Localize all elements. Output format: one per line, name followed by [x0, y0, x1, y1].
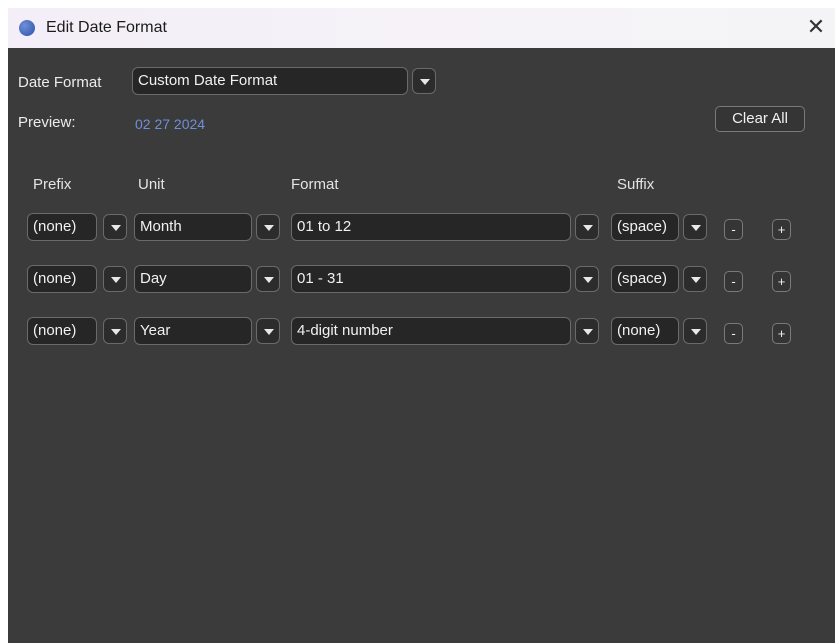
prefix-select[interactable]: (none)	[27, 213, 129, 241]
chevron-down-icon[interactable]	[412, 68, 436, 94]
column-header-prefix: Prefix	[33, 176, 72, 193]
edit-date-format-dialog: Edit Date Format ✕ Date Format Custom Da…	[8, 8, 835, 643]
app-icon	[19, 20, 35, 36]
chevron-down-icon[interactable]	[683, 266, 707, 292]
format-select[interactable]: 01 - 31	[291, 265, 600, 293]
unit-select[interactable]: Year	[134, 317, 282, 345]
prefix-select[interactable]: (none)	[27, 265, 129, 293]
chevron-down-icon[interactable]	[575, 266, 599, 292]
column-header-format: Format	[291, 176, 339, 193]
date-format-value[interactable]: Custom Date Format	[132, 67, 408, 95]
remove-row-button[interactable]: -	[724, 271, 743, 292]
prefix-value[interactable]: (none)	[27, 213, 97, 241]
title-bar: Edit Date Format ✕	[8, 8, 835, 48]
clear-all-button[interactable]: Clear All	[715, 106, 805, 132]
format-select[interactable]: 4-digit number	[291, 317, 600, 345]
format-value[interactable]: 01 to 12	[291, 213, 571, 241]
chevron-down-icon[interactable]	[103, 266, 127, 292]
remove-row-button[interactable]: -	[724, 323, 743, 344]
add-row-button[interactable]: +	[772, 271, 791, 292]
prefix-select[interactable]: (none)	[27, 317, 129, 345]
column-header-suffix: Suffix	[617, 176, 655, 193]
unit-select[interactable]: Month	[134, 213, 282, 241]
unit-select[interactable]: Day	[134, 265, 282, 293]
chevron-down-icon[interactable]	[575, 318, 599, 344]
chevron-down-icon[interactable]	[683, 214, 707, 240]
suffix-select[interactable]: (space)	[611, 265, 708, 293]
unit-value[interactable]: Year	[134, 317, 252, 345]
date-format-select[interactable]: Custom Date Format	[132, 67, 438, 95]
preview-label: Preview:	[18, 114, 76, 131]
date-format-label: Date Format	[18, 74, 102, 91]
chevron-down-icon[interactable]	[103, 214, 127, 240]
chevron-down-icon[interactable]	[575, 214, 599, 240]
chevron-down-icon[interactable]	[256, 318, 280, 344]
window-title: Edit Date Format	[46, 19, 167, 36]
unit-value[interactable]: Day	[134, 265, 252, 293]
chevron-down-icon[interactable]	[103, 318, 127, 344]
format-value[interactable]: 01 - 31	[291, 265, 571, 293]
prefix-value[interactable]: (none)	[27, 265, 97, 293]
prefix-value[interactable]: (none)	[27, 317, 97, 345]
remove-row-button[interactable]: -	[724, 219, 743, 240]
add-row-button[interactable]: +	[772, 323, 791, 344]
suffix-value[interactable]: (none)	[611, 317, 679, 345]
suffix-value[interactable]: (space)	[611, 265, 679, 293]
suffix-select[interactable]: (space)	[611, 213, 708, 241]
suffix-select[interactable]: (none)	[611, 317, 708, 345]
suffix-value[interactable]: (space)	[611, 213, 679, 241]
format-value[interactable]: 4-digit number	[291, 317, 571, 345]
preview-value: 02 27 2024	[135, 116, 206, 132]
chevron-down-icon[interactable]	[683, 318, 707, 344]
close-icon[interactable]: ✕	[805, 14, 827, 40]
chevron-down-icon[interactable]	[256, 214, 280, 240]
chevron-down-icon[interactable]	[256, 266, 280, 292]
unit-value[interactable]: Month	[134, 213, 252, 241]
format-select[interactable]: 01 to 12	[291, 213, 600, 241]
column-header-unit: Unit	[138, 176, 165, 193]
add-row-button[interactable]: +	[772, 219, 791, 240]
